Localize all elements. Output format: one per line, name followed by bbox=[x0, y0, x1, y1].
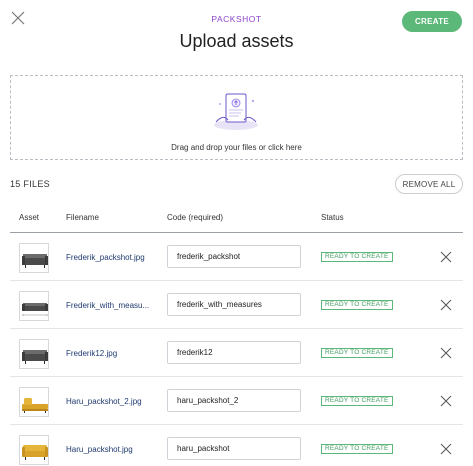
table-row: Haru_packshot.jpg READY TO CREATE bbox=[10, 425, 463, 466]
asset-thumbnail bbox=[19, 435, 49, 465]
code-input[interactable] bbox=[167, 341, 301, 364]
table-row: Frederik12.jpg READY TO CREATE bbox=[10, 329, 463, 377]
filename: Frederik12.jpg bbox=[66, 349, 118, 358]
column-code: Code (required) bbox=[167, 213, 224, 222]
upload-illustration bbox=[211, 92, 261, 137]
remove-row-icon[interactable] bbox=[440, 395, 452, 407]
column-status: Status bbox=[321, 213, 344, 222]
table-row: Frederik_with_measu... READY TO CREATE bbox=[10, 281, 463, 329]
remove-row-icon[interactable] bbox=[440, 347, 452, 359]
table-row: Frederik_packshot.jpg READY TO CREATE bbox=[10, 233, 463, 281]
code-input[interactable] bbox=[167, 389, 301, 412]
remove-all-button[interactable]: REMOVE ALL bbox=[395, 174, 463, 194]
page-title: Upload assets bbox=[179, 31, 294, 51]
remove-row-icon[interactable] bbox=[440, 299, 452, 311]
status-badge: READY TO CREATE bbox=[321, 348, 393, 358]
asset-thumbnail bbox=[19, 387, 49, 417]
status-badge: READY TO CREATE bbox=[321, 444, 393, 454]
asset-thumbnail bbox=[19, 243, 49, 273]
code-input[interactable] bbox=[167, 293, 301, 316]
table-row: Haru_packshot_2.jpg READY TO CREATE bbox=[10, 377, 463, 425]
filename: Frederik_packshot.jpg bbox=[66, 253, 145, 262]
create-button[interactable]: CREATE bbox=[402, 11, 462, 32]
column-filename: Filename bbox=[66, 213, 99, 222]
filename: Haru_packshot_2.jpg bbox=[66, 397, 142, 406]
status-badge: READY TO CREATE bbox=[321, 396, 393, 406]
asset-thumbnail bbox=[19, 339, 49, 369]
status-badge: READY TO CREATE bbox=[321, 252, 393, 262]
dropzone-text: Drag and drop your files or click here bbox=[171, 143, 302, 152]
filename: Haru_packshot.jpg bbox=[66, 445, 133, 454]
table-header: Asset Filename Code (required) Status bbox=[10, 213, 463, 227]
remove-row-icon[interactable] bbox=[440, 251, 452, 263]
remove-row-icon[interactable] bbox=[440, 443, 452, 455]
code-input[interactable] bbox=[167, 245, 301, 268]
status-badge: READY TO CREATE bbox=[321, 300, 393, 310]
filename: Frederik_with_measu... bbox=[66, 301, 150, 310]
asset-thumbnail bbox=[19, 291, 49, 321]
files-count: 15 FILES bbox=[10, 179, 50, 189]
code-input[interactable] bbox=[167, 437, 301, 460]
column-asset: Asset bbox=[19, 213, 40, 222]
upload-dropzone[interactable]: Drag and drop your files or click here bbox=[10, 75, 463, 160]
